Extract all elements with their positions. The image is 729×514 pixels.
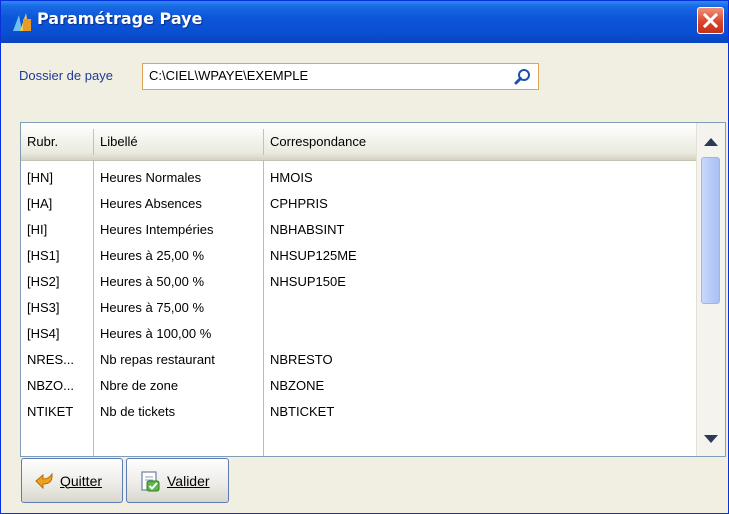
- table-row[interactable]: [HN] Heures Normales HMOIS: [21, 166, 697, 190]
- cell-correspondance[interactable]: [270, 296, 690, 320]
- cell-libelle[interactable]: Heures Normales: [100, 166, 260, 190]
- cell-rubrique[interactable]: NRES...: [27, 348, 89, 372]
- cell-libelle[interactable]: Heures à 25,00 %: [100, 244, 260, 268]
- cell-libelle[interactable]: Heures à 50,00 %: [100, 270, 260, 294]
- cell-libelle[interactable]: Heures à 100,00 %: [100, 322, 260, 346]
- scroll-down-icon[interactable]: [700, 427, 722, 449]
- back-arrow-icon: [35, 472, 53, 490]
- table-row[interactable]: NTIKET Nb de tickets NBTICKET: [21, 400, 697, 424]
- cell-rubrique[interactable]: [HN]: [27, 166, 89, 190]
- cell-rubrique[interactable]: [HS4]: [27, 322, 89, 346]
- table-row[interactable]: NRES... Nb repas restaurant NBRESTO: [21, 348, 697, 372]
- title-bar[interactable]: Paramétrage Paye: [1, 1, 728, 43]
- scroll-up-icon[interactable]: [700, 131, 722, 153]
- cell-correspondance[interactable]: NBHABSINT: [270, 218, 690, 242]
- cell-correspondance[interactable]: NBZONE: [270, 374, 690, 398]
- column-header-libelle[interactable]: Libellé: [94, 123, 264, 160]
- folder-path-value[interactable]: C:\CIEL\WPAYE\EXEMPLE: [149, 68, 308, 83]
- cell-rubrique[interactable]: [HS2]: [27, 270, 89, 294]
- cell-correspondance[interactable]: NHSUP125ME: [270, 244, 690, 268]
- cell-rubrique[interactable]: NTIKET: [27, 400, 89, 424]
- cell-libelle[interactable]: Heures à 75,00 %: [100, 296, 260, 320]
- app-logo-icon: [13, 13, 31, 31]
- column-header-rubrique[interactable]: Rubr.: [21, 123, 94, 160]
- cell-rubrique[interactable]: [HI]: [27, 218, 89, 242]
- column-header-correspondance[interactable]: Correspondance: [264, 123, 697, 160]
- cell-libelle[interactable]: Heures Absences: [100, 192, 260, 216]
- cell-rubrique[interactable]: NBZO...: [27, 374, 89, 398]
- table-row[interactable]: [HS4] Heures à 100,00 %: [21, 322, 697, 346]
- vertical-scrollbar[interactable]: [696, 123, 725, 456]
- search-icon[interactable]: [514, 68, 532, 86]
- table-row[interactable]: [HS1] Heures à 25,00 % NHSUP125ME: [21, 244, 697, 268]
- scrollbar-thumb[interactable]: [701, 157, 720, 304]
- table-header: Rubr. Libellé Correspondance: [21, 123, 697, 161]
- mapping-table[interactable]: Rubr. Libellé Correspondance [HN] Heures …: [20, 122, 726, 457]
- folder-path-field[interactable]: C:\CIEL\WPAYE\EXEMPLE: [142, 63, 539, 90]
- cell-libelle[interactable]: Heures Intempéries: [100, 218, 260, 242]
- validate-button[interactable]: Valider: [126, 458, 229, 503]
- folder-label: Dossier de paye: [19, 68, 113, 83]
- cell-rubrique[interactable]: [HS3]: [27, 296, 89, 320]
- table-row[interactable]: [HS2] Heures à 50,00 % NHSUP150E: [21, 270, 697, 294]
- cell-correspondance[interactable]: NBTICKET: [270, 400, 690, 424]
- quit-button-label: Quitter: [60, 473, 103, 489]
- table-row[interactable]: NBZO... Nbre de zone NBZONE: [21, 374, 697, 398]
- cell-correspondance[interactable]: NHSUP150E: [270, 270, 690, 294]
- cell-correspondance[interactable]: CPHPRIS: [270, 192, 690, 216]
- validate-document-icon: [141, 471, 160, 492]
- dialog-window: Paramétrage Paye Dossier de paye C:\CIEL…: [0, 0, 729, 514]
- cell-libelle[interactable]: Nbre de zone: [100, 374, 260, 398]
- window-title: Paramétrage Paye: [37, 9, 203, 28]
- cell-correspondance[interactable]: NBRESTO: [270, 348, 690, 372]
- table-row[interactable]: [HI] Heures Intempéries NBHABSINT: [21, 218, 697, 242]
- cell-libelle[interactable]: Nb de tickets: [100, 400, 260, 424]
- cell-correspondance[interactable]: HMOIS: [270, 166, 690, 190]
- cell-correspondance[interactable]: [270, 322, 690, 346]
- table-row[interactable]: [HA] Heures Absences CPHPRIS: [21, 192, 697, 216]
- cell-rubrique[interactable]: [HA]: [27, 192, 89, 216]
- cell-rubrique[interactable]: [HS1]: [27, 244, 89, 268]
- validate-button-label: Valider: [167, 473, 210, 489]
- close-icon: [702, 12, 719, 29]
- quit-button[interactable]: Quitter: [21, 458, 123, 503]
- table-row[interactable]: [HS3] Heures à 75,00 %: [21, 296, 697, 320]
- cell-libelle[interactable]: Nb repas restaurant: [100, 348, 260, 372]
- close-button[interactable]: [697, 7, 724, 34]
